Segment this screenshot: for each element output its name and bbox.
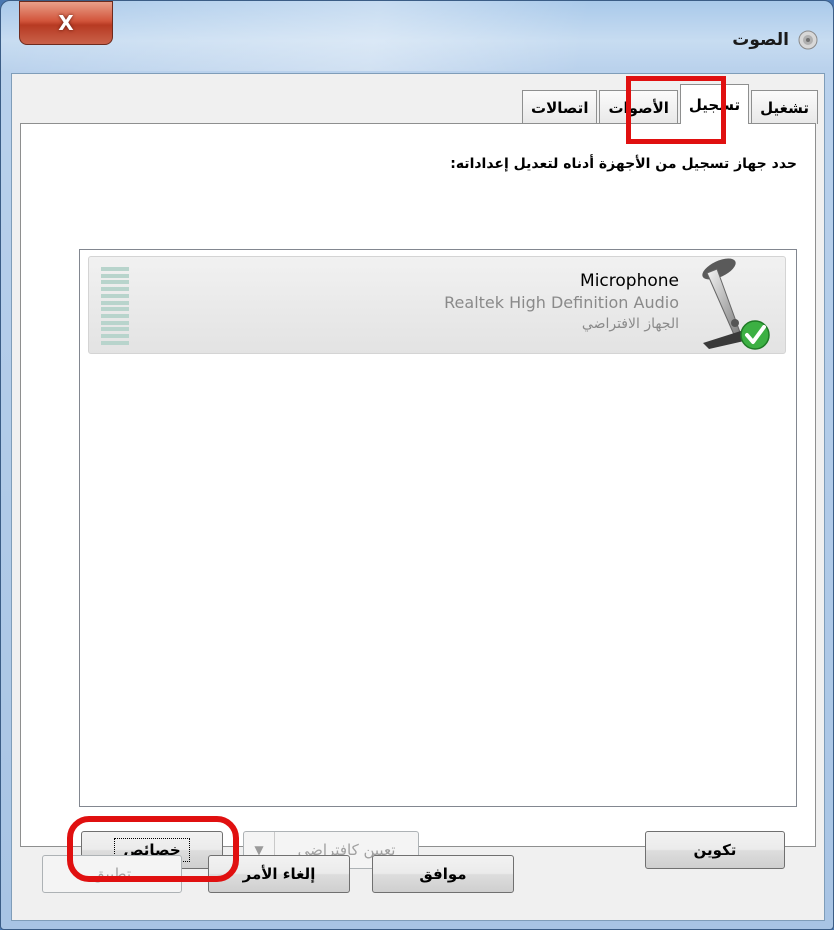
level-meter [101, 267, 129, 345]
cancel-button[interactable]: إلغاء الأمر [208, 855, 350, 893]
configure-button[interactable]: تكوين [645, 831, 785, 869]
tab-recording[interactable]: تسجيل [679, 84, 750, 124]
ok-label: موافق [419, 865, 467, 883]
dialog-client-area: تشغيل تسجيل الأصوات اتصالات حدد جهاز تسج… [11, 73, 825, 921]
tab-strip: تشغيل تسجيل الأصوات اتصالات [520, 84, 818, 124]
cancel-label: إلغاء الأمر [242, 865, 316, 883]
device-driver: Realtek High Definition Audio [444, 293, 679, 312]
green-check-icon [740, 320, 770, 350]
tab-communications[interactable]: اتصالات [522, 90, 598, 124]
tab-sounds[interactable]: الأصوات [599, 90, 678, 124]
device-status: الجهاز الافتراضي [581, 316, 679, 332]
apply-label: تطبيق [92, 865, 132, 883]
instruction-text: حدد جهاز تسجيل من الأجهزة أدناه لتعديل إ… [450, 156, 797, 172]
title-bar: الصوت [732, 29, 819, 51]
ok-button[interactable]: موافق [372, 855, 514, 893]
speaker-icon [798, 30, 818, 50]
tab-playback[interactable]: تشغيل [751, 90, 818, 124]
microphone-icon [702, 258, 770, 350]
recording-tab-panel: حدد جهاز تسجيل من الأجهزة أدناه لتعديل إ… [20, 123, 816, 882]
sound-dialog-window: X الصوت تشغيل تسجيل الأصوات اتصالات حدد … [0, 0, 834, 930]
device-list: Microphone Realtek High Definition Audio… [79, 249, 797, 807]
apply-button[interactable]: تطبيق [42, 855, 182, 893]
device-row-microphone[interactable]: Microphone Realtek High Definition Audio… [88, 256, 786, 354]
configure-label: تكوين [693, 841, 737, 859]
device-text: Microphone Realtek High Definition Audio… [444, 271, 679, 332]
window-title: الصوت [732, 30, 789, 50]
device-name: Microphone [580, 271, 679, 291]
close-button[interactable]: X [19, 1, 113, 45]
